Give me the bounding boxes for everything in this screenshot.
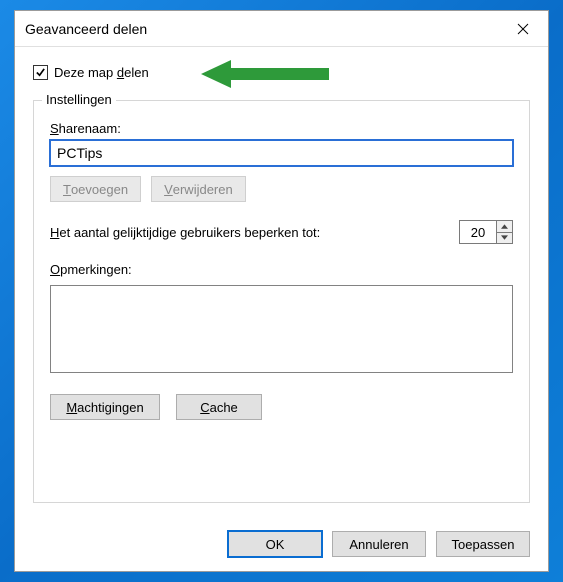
permissions-row: Machtigingen Cache [50,394,513,420]
stepper-down-button[interactable] [497,233,512,244]
comments-textarea[interactable] [50,285,513,373]
user-limit-label: Het aantal gelijktijdige gebruikers bepe… [50,225,320,240]
close-button[interactable] [504,14,542,44]
cancel-button[interactable]: Annuleren [332,531,426,557]
chevron-up-icon [501,224,508,229]
share-folder-checkbox[interactable] [33,65,48,80]
ok-button[interactable]: OK [228,531,322,557]
advanced-sharing-dialog: Geavanceerd delen Deze map delen Instell… [14,10,549,572]
add-button: Toevoegen [50,176,141,202]
dialog-button-bar: OK Annuleren Toepassen [15,515,548,571]
user-limit-row: Het aantal gelijktijdige gebruikers bepe… [50,220,513,244]
close-icon [517,23,529,35]
user-limit-stepper[interactable] [459,220,513,244]
chevron-down-icon [501,235,508,240]
client-area: Deze map delen Instellingen Sharenaam: T… [15,47,548,515]
sharename-input[interactable] [50,140,513,166]
window-title: Geavanceerd delen [25,21,504,37]
share-folder-label[interactable]: Deze map delen [54,65,149,80]
title-bar: Geavanceerd delen [15,11,548,47]
cache-button[interactable]: Cache [176,394,262,420]
permissions-button[interactable]: Machtigingen [50,394,160,420]
sharename-label: Sharenaam: [50,121,513,136]
annotation-arrow-icon [201,57,331,91]
stepper-arrows [496,221,512,243]
share-folder-row: Deze map delen [33,65,530,80]
user-limit-input[interactable] [460,221,496,243]
comments-label: Opmerkingen: [50,262,513,277]
apply-button[interactable]: Toepassen [436,531,530,557]
settings-legend: Instellingen [42,92,116,107]
stepper-up-button[interactable] [497,221,512,233]
checkmark-icon [35,67,46,78]
settings-group: Instellingen Sharenaam: Toevoegen Verwij… [33,100,530,503]
share-buttons-row: Toevoegen Verwijderen [50,176,513,202]
remove-button: Verwijderen [151,176,246,202]
